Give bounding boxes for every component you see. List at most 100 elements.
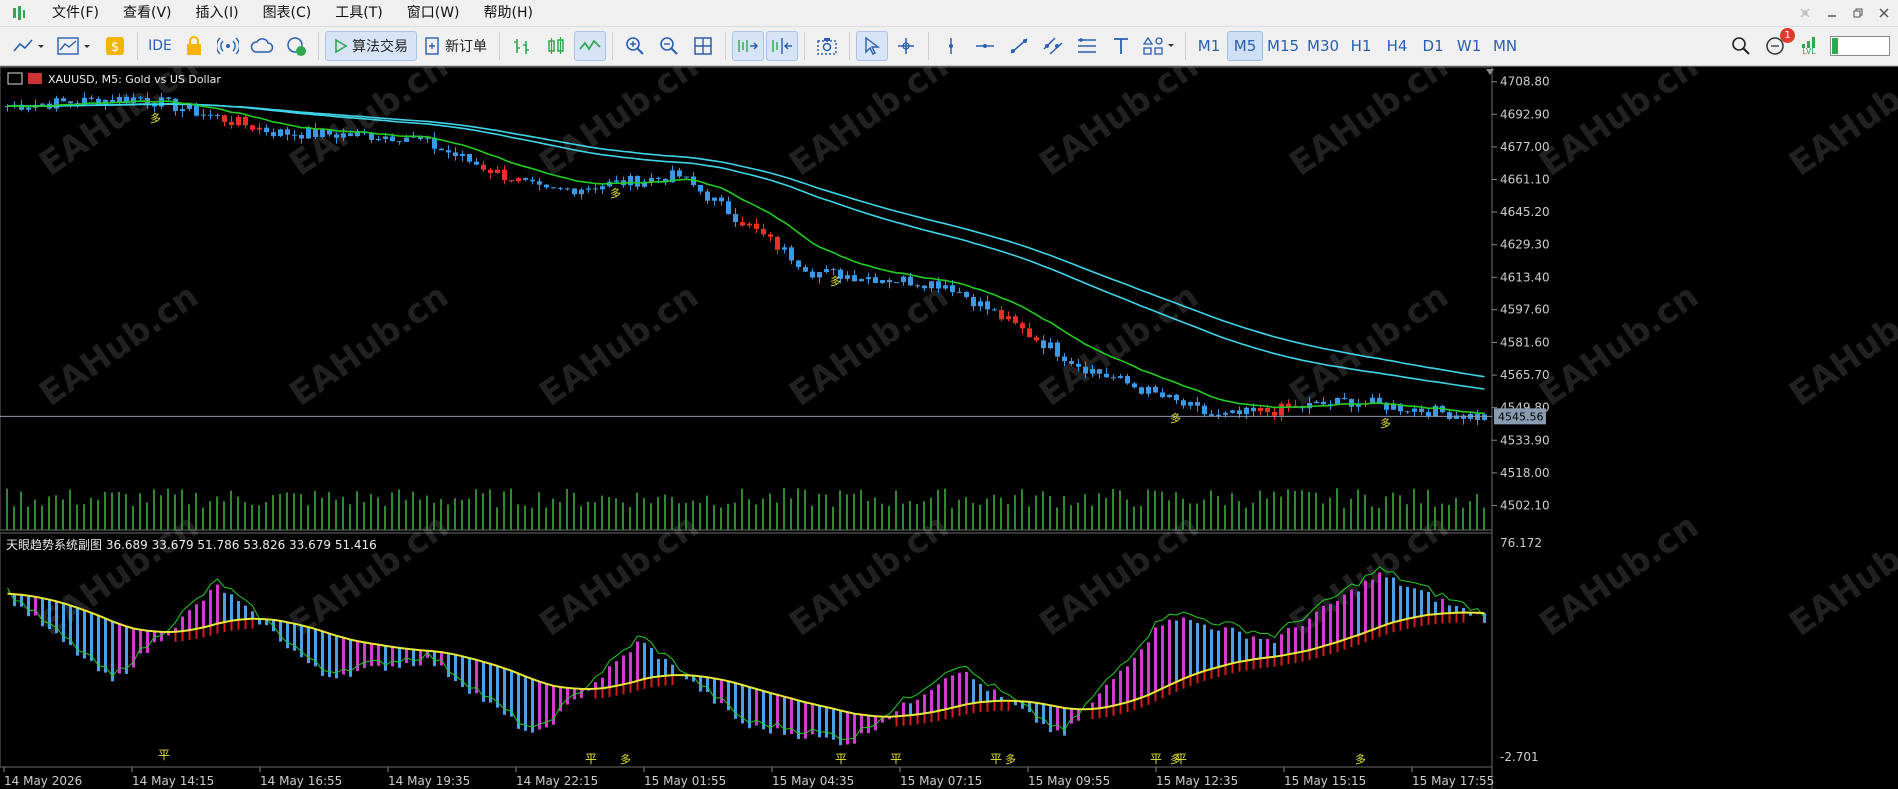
menu-window[interactable]: 窗口(W) <box>395 0 472 26</box>
timeframe-m5[interactable]: M5 <box>1227 31 1263 61</box>
flat-marker: 平 <box>835 752 847 766</box>
close-icon[interactable] <box>1878 7 1890 19</box>
buy-marker: 多 <box>830 274 841 288</box>
volume-bar <box>1238 501 1240 530</box>
volume-bar <box>643 498 645 530</box>
volume-bar <box>860 489 862 530</box>
trend-line-icon[interactable] <box>1003 31 1035 61</box>
menu-view[interactable]: 查看(V) <box>111 0 184 26</box>
candle-body <box>1223 412 1228 415</box>
horizontal-line-icon[interactable] <box>969 31 1001 61</box>
indicators-dropdown[interactable] <box>53 31 97 61</box>
menu-charts[interactable]: 图表(C) <box>251 0 324 26</box>
text-icon[interactable] <box>1105 31 1137 61</box>
candle-body <box>796 260 801 268</box>
candle-body <box>1314 401 1319 403</box>
time-tick-label: 15 May 12:35 <box>1156 774 1238 788</box>
bar-chart-icon[interactable] <box>506 31 538 61</box>
volume-bar <box>1147 489 1149 530</box>
candle-body <box>1265 408 1270 412</box>
restore-icon[interactable] <box>1852 7 1864 19</box>
volume-bar <box>195 492 197 530</box>
ide-button[interactable]: IDE <box>144 31 176 61</box>
volume-bar <box>685 503 687 530</box>
candle-body <box>845 275 850 279</box>
volume-bar <box>1112 488 1114 530</box>
volume-bar <box>167 488 169 530</box>
cloud-icon[interactable] <box>246 31 278 61</box>
vps-icon[interactable] <box>280 31 312 61</box>
volume-bar <box>650 503 652 530</box>
volume-bar <box>1189 503 1191 530</box>
search-icon[interactable] <box>1725 31 1757 61</box>
volume-bar <box>811 505 813 530</box>
timeframe-m1[interactable]: M1 <box>1191 31 1227 61</box>
lock-icon[interactable] <box>178 31 210 61</box>
volume-bar <box>370 493 372 530</box>
algo-trading-button[interactable]: 算法交易 <box>325 31 417 61</box>
fibonacci-icon[interactable] <box>1071 31 1103 61</box>
timeframe-h4[interactable]: H4 <box>1379 31 1415 61</box>
timeframe-mn[interactable]: MN <box>1487 31 1523 61</box>
screenshot-icon[interactable] <box>811 31 843 61</box>
chart-shift-icon[interactable] <box>766 31 798 61</box>
candle-body <box>1237 410 1242 415</box>
volume-bar <box>251 504 253 530</box>
candle-body <box>978 301 983 307</box>
candle-body <box>1195 402 1200 406</box>
autoscroll-icon[interactable] <box>732 31 764 61</box>
menu-help[interactable]: 帮助(H) <box>472 0 545 26</box>
vertical-line-icon[interactable] <box>935 31 967 61</box>
app-logo-icon <box>8 2 30 24</box>
timeframe-m15[interactable]: M15 <box>1263 31 1303 61</box>
crosshair-icon[interactable] <box>890 31 922 61</box>
timeframe-d1[interactable]: D1 <box>1415 31 1451 61</box>
volume-bar <box>587 501 589 530</box>
timeframe-w1[interactable]: W1 <box>1451 31 1487 61</box>
chart-window[interactable]: EAHub.cn EAHub.cn EAHub.cn EAHub.cn EAHub.cn… <box>0 66 1898 789</box>
volume-bar <box>1385 496 1387 530</box>
chart-type-dropdown[interactable] <box>7 31 51 61</box>
notifications-icon[interactable]: 1 <box>1759 28 1795 61</box>
new-order-button[interactable]: 新订单 <box>419 31 493 61</box>
cursor-icon[interactable] <box>856 31 888 61</box>
timeframe-h1[interactable]: H1 <box>1343 31 1379 61</box>
volume-bar <box>489 489 491 530</box>
volume-bar <box>1273 491 1275 530</box>
signal-icon[interactable] <box>212 31 244 61</box>
volume-bar <box>916 504 918 530</box>
timeframe-m30[interactable]: M30 <box>1303 31 1343 61</box>
candle-body <box>698 185 703 192</box>
candle-body <box>467 153 472 162</box>
menu-tools[interactable]: 工具(T) <box>323 0 394 26</box>
menu-file[interactable]: 文件(F) <box>40 0 111 26</box>
flat-marker: 平 <box>890 752 902 766</box>
volume-bar <box>923 501 925 530</box>
volume-bar <box>83 504 85 530</box>
candle-body <box>579 189 584 195</box>
channel-icon[interactable] <box>1037 31 1069 61</box>
volume-bar <box>755 504 757 530</box>
market-icon[interactable]: $ <box>99 31 131 61</box>
zoom-in-icon[interactable] <box>619 31 651 61</box>
signal-level-icon[interactable]: LVL <box>1793 31 1825 61</box>
candle-body <box>383 136 388 140</box>
menu-insert[interactable]: 插入(I) <box>184 0 251 26</box>
volume-bar <box>559 502 561 530</box>
candlestick-icon[interactable] <box>540 31 572 61</box>
candle-body <box>509 180 514 182</box>
volume-bar <box>1077 502 1079 530</box>
candle-body <box>740 222 745 226</box>
line-chart-icon[interactable] <box>574 31 606 61</box>
watermark-text: EAHub.cn <box>1782 276 1898 414</box>
candle-body <box>348 133 353 137</box>
chart-canvas[interactable]: EAHub.cn EAHub.cn EAHub.cn EAHub.cn EAHub.cn… <box>0 67 1898 789</box>
pin-icon[interactable] <box>1798 6 1812 20</box>
minimize-icon[interactable] <box>1826 7 1838 19</box>
time-tick-label: 15 May 04:35 <box>772 774 854 788</box>
shapes-dropdown[interactable] <box>1139 31 1179 61</box>
timeframe-group: M1 M5 M15 M30 H1 H4 D1 W1 MN <box>1191 31 1523 61</box>
zoom-out-icon[interactable] <box>653 31 685 61</box>
grid-icon[interactable] <box>687 31 719 61</box>
volume-bar <box>538 492 540 530</box>
